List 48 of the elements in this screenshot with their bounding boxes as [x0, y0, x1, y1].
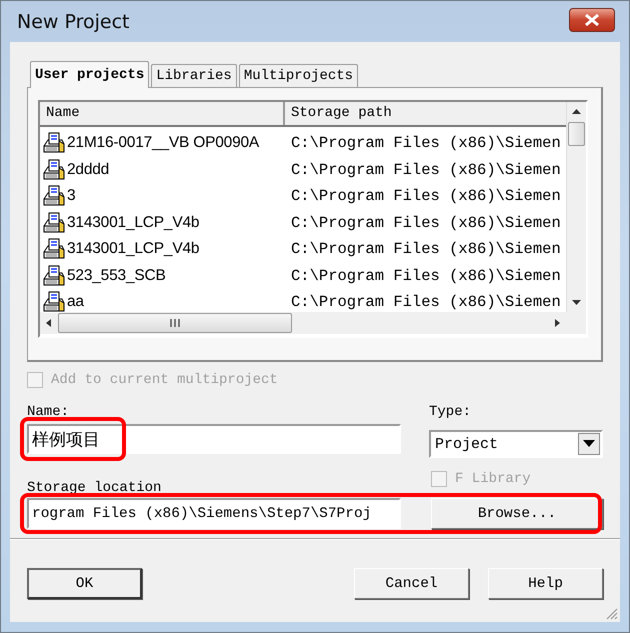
table-cell: 3143001_LCP_V4b	[67, 240, 200, 258]
table-cell-text: C:\Program Files (x86)\Siemen	[290, 214, 561, 232]
tab[interactable]: Multiprojects	[238, 64, 358, 87]
project-icon	[42, 212, 66, 234]
close-button[interactable]	[569, 8, 615, 32]
table-cell-text: C:\Program Files (x86)\Siemen	[290, 240, 561, 258]
dialog-button[interactable]: Cancel	[354, 568, 469, 599]
browse-button[interactable]: Browse...	[431, 498, 603, 529]
table-cell: 21M16-0017__VB OP0090A	[67, 134, 260, 152]
project-icon	[42, 132, 66, 154]
table-cell-text: C:\Program Files (x86)\Siemen	[290, 134, 561, 152]
name-field[interactable]: 样例项目	[27, 424, 401, 454]
type-label: Type:	[429, 404, 472, 422]
project-icon	[42, 238, 66, 260]
window-title: New Project	[17, 10, 130, 32]
table-cell: 3	[67, 187, 76, 206]
project-icon	[42, 264, 66, 287]
table-cell: 523_553_SCB	[67, 266, 166, 285]
tab[interactable]: User projects	[30, 61, 150, 88]
tab[interactable]: Libraries	[151, 64, 237, 87]
table-cell-text: C:\Program Files (x86)\Siemen	[290, 160, 561, 179]
table-cell-text: C:\Program Files (x86)\Siemen	[290, 266, 561, 285]
table-cell: 2dddd	[67, 160, 110, 179]
storage-location-label: Storage location	[27, 480, 162, 498]
grip-icon	[169, 318, 181, 328]
project-icon	[42, 158, 66, 181]
table-cell: 3143001_LCP_V4b	[67, 214, 200, 232]
caret-icon	[583, 440, 595, 448]
close-icon	[583, 12, 601, 26]
type-dropdown[interactable]: Project	[429, 430, 603, 458]
table-cell-text: C:\Program Files (x86)\Siemen	[290, 187, 561, 206]
horizontal-scrollbar[interactable]	[40, 312, 566, 334]
name-label: Name:	[27, 404, 70, 422]
dialog-button[interactable]: OK	[27, 568, 142, 599]
checkbox-label: Add to current multiproject	[51, 372, 278, 388]
column-header[interactable]: Storage path	[285, 102, 566, 125]
scrollbar-thumb[interactable]	[58, 313, 292, 333]
project-icon	[42, 291, 66, 312]
column-header[interactable]: Name	[40, 102, 285, 125]
table-cell: aa	[67, 293, 84, 312]
storage-location-field[interactable]: rogram Files (x86)\Siemens\Step7\S7Proj	[27, 498, 401, 529]
vertical-scrollbar[interactable]	[566, 102, 586, 312]
resize-grip-icon	[604, 606, 618, 620]
dialog-button[interactable]: Help	[488, 568, 603, 599]
scrollbar-thumb[interactable]	[568, 122, 585, 146]
checkbox-label: F Library	[455, 471, 531, 487]
project-icon	[42, 185, 66, 208]
table-cell-text: C:\Program Files (x86)\Siemen	[290, 293, 561, 312]
